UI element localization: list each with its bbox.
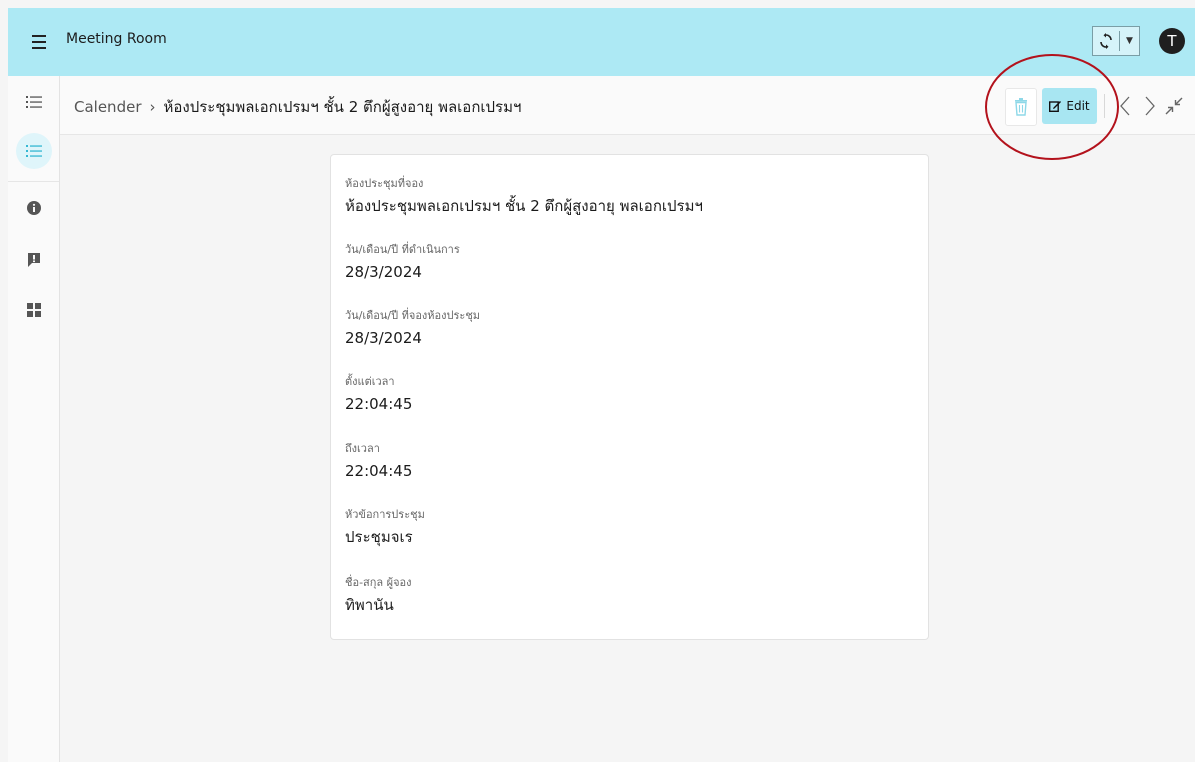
field-booker-name: ชื่อ-สกุล ผู้จอง ทิพานัน: [345, 576, 412, 615]
delete-button[interactable]: [1005, 88, 1037, 126]
field-value: 22:04:45: [345, 395, 413, 413]
field-value: 22:04:45: [345, 462, 413, 480]
field-label: ถึงเวลา: [345, 442, 380, 455]
sidebar-divider: [8, 181, 59, 182]
toolbar-divider: [1104, 94, 1105, 118]
breadcrumb-separator: ›: [149, 98, 156, 116]
list-icon: [25, 145, 42, 157]
sidebar-item-report[interactable]: [8, 240, 59, 280]
chevron-right-icon[interactable]: [1143, 94, 1157, 118]
dashboard-icon: [26, 303, 41, 317]
field-label: วัน/เดือน/ปี ที่ดำเนินการ: [345, 243, 460, 256]
breadcrumb-calendar-link[interactable]: Calender: [74, 98, 142, 116]
page-title: ห้องประชุมพลเอกเปรมฯ ชั้น 2 ตึกผู้สูงอาย…: [163, 98, 522, 116]
trash-icon: [1015, 98, 1027, 116]
breadcrumb: Calender › ห้องประชุมพลเอกเปรมฯ ชั้น 2 ตึก…: [74, 95, 521, 119]
field-label: ห้องประชุมที่จอง: [345, 177, 424, 190]
field-label: ชื่อ-สกุล ผู้จอง: [345, 576, 412, 589]
sidebar: [8, 76, 60, 762]
field-label: วัน/เดือน/ปี ที่จองห้องประชุม: [345, 309, 481, 322]
sync-icon[interactable]: [1093, 27, 1119, 55]
field-value: ทิพานัน: [345, 596, 394, 614]
field-room: ห้องประชุมที่จอง ห้องประชุมพลเอกเปรมฯ ชั…: [345, 177, 703, 216]
sync-split-button[interactable]: ▼: [1092, 26, 1140, 56]
field-label: หัวข้อการประชุม: [345, 508, 425, 521]
field-value: 28/3/2024: [345, 263, 422, 281]
detail-header: Calender › ห้องประชุมพลเอกเปรมฯ ชั้น 2 ตึก…: [60, 76, 1195, 135]
chevron-left-icon[interactable]: [1118, 94, 1132, 118]
field-meeting-topic: หัวข้อการประชุม ประชุมจเร: [345, 508, 425, 547]
booking-detail-card: ห้องประชุมที่จอง ห้องประชุมพลเอกเปรมฯ ชั…: [330, 154, 929, 640]
edit-button-label: Edit: [1066, 99, 1090, 113]
edit-button[interactable]: Edit: [1042, 88, 1097, 124]
app-title: Meeting Room: [66, 31, 167, 47]
caret-down-icon[interactable]: ▼: [1120, 27, 1139, 55]
field-end-time: ถึงเวลา 22:04:45: [345, 442, 412, 481]
report-icon: [27, 253, 40, 267]
field-label: ตั้งแต่เวลา: [345, 375, 395, 388]
sidebar-item-detail[interactable]: [8, 131, 59, 171]
field-value: 28/3/2024: [345, 329, 422, 347]
collapse-icon[interactable]: [1165, 97, 1183, 115]
info-icon: [26, 201, 41, 215]
menu-icon[interactable]: [32, 32, 46, 52]
sidebar-item-list[interactable]: [8, 82, 59, 122]
field-value: ประชุมจเร: [345, 528, 413, 546]
sidebar-item-dashboard[interactable]: [8, 290, 59, 330]
field-start-time: ตั้งแต่เวลา 22:04:45: [345, 375, 412, 414]
sidebar-item-info[interactable]: [8, 188, 59, 228]
field-operation-date: วัน/เดือน/ปี ที่ดำเนินการ 28/3/2024: [345, 243, 460, 282]
field-booking-date: วัน/เดือน/ปี ที่จองห้องประชุม 28/3/2024: [345, 309, 480, 348]
user-avatar[interactable]: T: [1159, 28, 1185, 54]
edit-icon: [1049, 101, 1062, 112]
list-icon: [25, 96, 42, 108]
field-value: ห้องประชุมพลเอกเปรมฯ ชั้น 2 ตึกผู้สูงอาย…: [345, 197, 703, 215]
top-app-bar: Meeting Room ▼ T: [8, 8, 1195, 76]
